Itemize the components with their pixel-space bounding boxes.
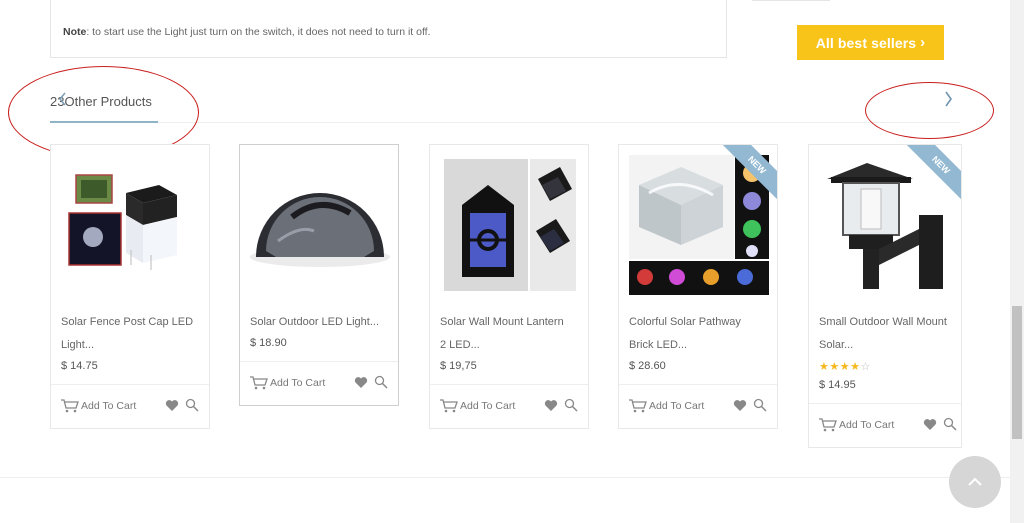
zoom-icon[interactable] [564, 398, 578, 412]
product-price: $ 18.90 [250, 337, 287, 349]
cart-icon[interactable] [440, 399, 458, 413]
product-note-box: Note: to start use the Light just turn o… [50, 0, 727, 58]
footer-divider [0, 477, 1010, 478]
product-name-line: Solar Outdoor LED Light... [250, 316, 380, 328]
product-price: $ 14.95 [819, 379, 856, 391]
product-name-line: Colorful Solar Pathway [629, 316, 741, 328]
add-to-cart-button[interactable]: Add To Cart [649, 400, 704, 412]
product-actions: Add To Cart [430, 384, 588, 428]
divider [752, 0, 830, 1]
cart-icon[interactable] [250, 376, 268, 390]
star-icon: ★★★★ [819, 361, 861, 373]
product-price: $ 19,75 [440, 360, 477, 372]
chevron-up-icon [968, 477, 982, 486]
product-name-link[interactable]: Colorful Solar Pathway Brick LED... [619, 311, 777, 357]
add-to-cart-button[interactable]: Add To Cart [270, 377, 325, 389]
heart-icon[interactable] [165, 399, 179, 412]
product-name-link[interactable]: Solar Outdoor LED Light... [240, 311, 398, 334]
heart-icon[interactable] [544, 399, 558, 412]
product-image[interactable] [430, 145, 588, 295]
product-note: Note: to start use the Light just turn o… [63, 26, 431, 38]
product-image[interactable] [51, 145, 209, 295]
product-actions: Add To Cart [51, 384, 209, 428]
product-card[interactable]: Solar Wall Mount Lantern 2 LED... $ 19,75… [429, 144, 589, 429]
product-name-line: Small Outdoor Wall Mount [819, 316, 947, 328]
product-image[interactable]: NEW [809, 145, 961, 295]
heart-icon[interactable] [733, 399, 747, 412]
all-best-sellers-button[interactable]: All best sellers › [797, 25, 944, 60]
product-image[interactable] [240, 145, 398, 295]
note-text: : to start use the Light just turn on th… [86, 26, 431, 38]
product-actions: Add To Cart [240, 361, 398, 405]
cart-icon[interactable] [61, 399, 79, 413]
heart-icon[interactable] [923, 418, 937, 431]
product-name-line: Solar... [819, 339, 854, 351]
star-empty-icon: ☆ [860, 361, 871, 373]
product-name-link[interactable]: Solar Wall Mount Lantern 2 LED... [430, 311, 588, 357]
product-name-link[interactable]: Solar Fence Post Cap LED Light... [51, 311, 209, 357]
star-rating: ★★★★☆ [809, 360, 961, 376]
cart-icon[interactable] [629, 399, 647, 413]
zoom-icon[interactable] [943, 417, 957, 431]
zoom-icon[interactable] [753, 398, 767, 412]
product-actions: Add To Cart [809, 403, 961, 447]
product-card[interactable]: Solar Fence Post Cap LED Light... $ 14.75… [50, 144, 210, 429]
chevron-right-icon: › [920, 34, 926, 51]
product-card[interactable]: NEW Colorful Solar Pathway Brick LED... $… [618, 144, 778, 429]
product-actions: Add To Cart [619, 384, 777, 428]
product-name-link[interactable]: Small Outdoor Wall Mount Solar... [809, 311, 961, 357]
product-card[interactable]: NEW Small Outdoor Wall Mount Solar... ★★★… [808, 144, 962, 448]
product-name-line: Light... [61, 339, 95, 351]
product-price: $ 28.60 [629, 360, 666, 372]
product-price: $ 14.75 [61, 360, 98, 372]
scrollbar[interactable] [1010, 0, 1024, 523]
scrollbar-thumb[interactable] [1012, 306, 1022, 439]
product-name-line: Solar Fence Post Cap LED [61, 316, 194, 328]
product-image[interactable]: NEW [619, 145, 777, 295]
add-to-cart-button[interactable]: Add To Cart [81, 400, 136, 412]
annotation-ellipse [865, 82, 994, 139]
back-to-top-button[interactable] [949, 456, 1001, 508]
product-card[interactable]: Solar Outdoor LED Light... $ 18.90 Add T… [239, 144, 399, 406]
cart-icon[interactable] [819, 418, 837, 432]
add-to-cart-button[interactable]: Add To Cart [839, 419, 894, 431]
product-name-line: Brick LED... [629, 339, 688, 351]
product-name-line: Solar Wall Mount Lantern [440, 316, 564, 328]
zoom-icon[interactable] [185, 398, 199, 412]
heart-icon[interactable] [354, 376, 368, 389]
best-sellers-label: All best sellers [815, 34, 917, 51]
product-name-line: 2 LED... [440, 339, 480, 351]
add-to-cart-button[interactable]: Add To Cart [460, 400, 515, 412]
note-label: Note [63, 26, 87, 38]
zoom-icon[interactable] [374, 375, 388, 389]
